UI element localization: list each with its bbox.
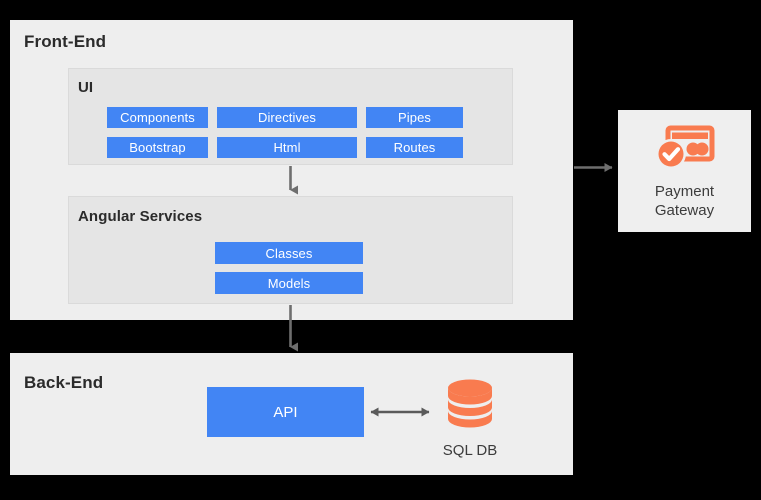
chip-pipes[interactable]: Pipes bbox=[366, 107, 463, 128]
ui-subpanel-title: UI bbox=[78, 79, 94, 96]
chip-directives[interactable]: Directives bbox=[217, 107, 357, 128]
payment-gateway-box[interactable]: Payment Gateway bbox=[618, 110, 751, 232]
chip-classes[interactable]: Classes bbox=[215, 242, 363, 264]
sql-db-label: SQL DB bbox=[442, 442, 498, 459]
chip-models[interactable]: Models bbox=[215, 272, 363, 294]
back-end-title: Back-End bbox=[24, 373, 104, 392]
payment-gateway-label: Payment Gateway bbox=[654, 182, 715, 219]
angular-services-title: Angular Services bbox=[78, 208, 203, 225]
chip-components[interactable]: Components bbox=[107, 107, 208, 128]
chip-html[interactable]: Html bbox=[217, 137, 357, 158]
chip-bootstrap[interactable]: Bootstrap bbox=[107, 137, 208, 158]
api-box[interactable]: API bbox=[207, 387, 364, 437]
sql-db-group[interactable]: SQL DB bbox=[432, 378, 508, 460]
front-end-title: Front-End bbox=[24, 32, 107, 51]
credit-card-check-icon bbox=[655, 123, 715, 176]
chip-routes[interactable]: Routes bbox=[366, 137, 463, 158]
database-cylinder-icon bbox=[446, 378, 494, 439]
